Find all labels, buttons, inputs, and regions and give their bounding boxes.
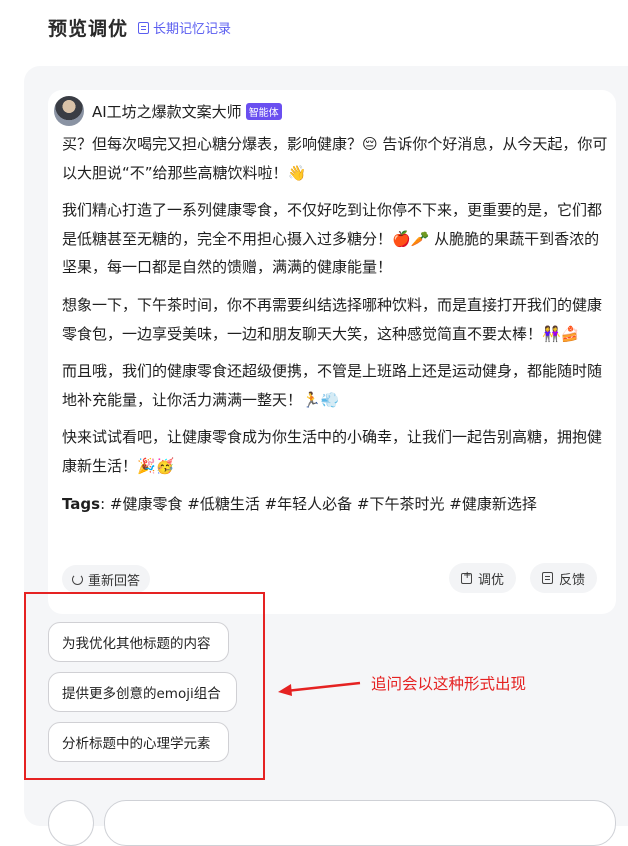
tags-line: Tags: #健康零食 #低糖生活 #年轻人必备 #下午茶时光 #健康新选择 [62,490,608,519]
answer-paragraph: 我们精心打造了一系列健康零食，不仅好吃到让你停不下来，更重要的是，它们都是低糖甚… [62,201,603,277]
regenerate-button[interactable]: 重新回答 [62,565,151,593]
annotation-highlight-box [24,592,265,780]
answer-paragraph: 而且哦，我们的健康零食还超级便携，不管是上班路上还是运动健身，都能随时随地补充能… [62,362,603,409]
annotation-text: 追问会以这种形式出现 [371,675,527,693]
tune-icon [461,570,472,584]
memory-record-label: 长期记忆记录 [153,22,232,37]
answer-paragraph: 快来试试看吧，让健康零食成为你生活中的小确幸，让我们一起告别高糖，拥抱健康新生活… [62,428,603,475]
agent-name: AI工坊之爆款文案大师 [92,102,242,121]
answer-paragraph: 买？但每次喝完又担心糖分爆表，影响健康？😔 告诉你个好消息，从今天起，你可以大胆… [62,135,608,182]
feedback-icon [542,572,553,584]
agent-header: AI工坊之爆款文案大师 智能体 [54,96,286,126]
tags-value: : #健康零食 #低糖生活 #年轻人必备 #下午茶时光 #健康新选择 [100,494,537,513]
memory-record-link[interactable]: 长期记忆记录 [138,18,231,37]
page-header: 预览调优 长期记忆记录 [48,14,231,41]
agent-badge: 智能体 [245,102,282,120]
feedback-button[interactable]: 反馈 [530,563,598,593]
page-title: 预览调优 [48,18,129,40]
document-icon [138,21,150,34]
refresh-icon [72,573,83,585]
annotation-arrow-icon [278,681,361,696]
regenerate-label: 重新回答 [88,573,141,589]
answer-paragraph: 想象一下，下午茶时间，你不再需要纠结选择哪种饮料，而是直接打开我们的健康零食包，… [62,295,603,343]
avatar [54,96,84,126]
chat-input[interactable] [104,800,616,846]
answer-content: 买？但每次喝完又担心糖分爆表，影响健康？😔 告诉你个好消息，从今天起，你可以大胆… [62,130,608,527]
tune-button[interactable]: 调优 [449,563,517,593]
tune-label: 调优 [478,572,505,588]
tags-label: Tags [62,494,101,513]
new-chat-button[interactable] [48,800,94,846]
feedback-label: 反馈 [559,572,586,588]
